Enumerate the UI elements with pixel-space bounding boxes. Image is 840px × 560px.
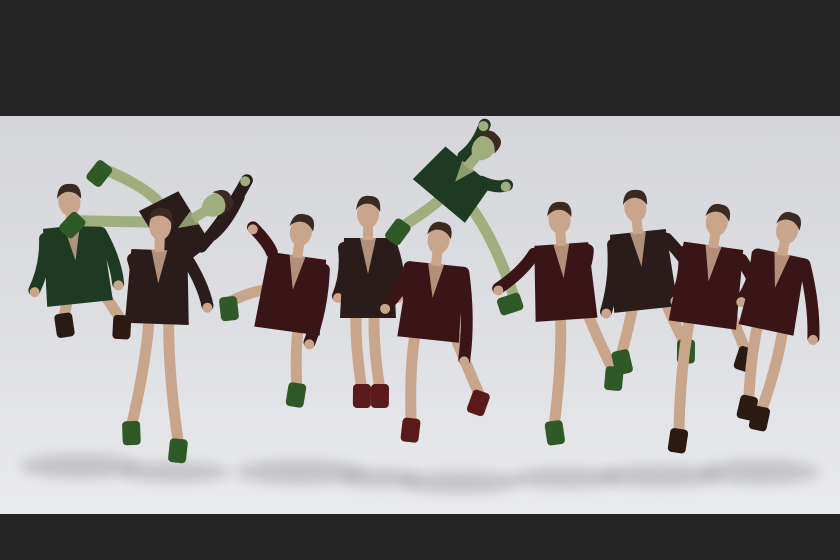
boot	[285, 382, 307, 408]
boot	[400, 417, 421, 443]
boot	[122, 420, 141, 446]
floor-shadows	[20, 454, 820, 493]
boot	[370, 383, 390, 409]
floor-shadow	[400, 471, 520, 493]
boot	[466, 389, 490, 417]
boot	[86, 160, 113, 187]
photo-montage	[0, 116, 840, 514]
boot	[544, 420, 565, 446]
boot	[168, 438, 188, 464]
jumping-figure	[28, 183, 132, 340]
boot	[667, 428, 689, 454]
letterbox-bottom	[0, 514, 840, 560]
boot	[219, 296, 239, 322]
arm	[181, 252, 214, 312]
boot	[352, 383, 372, 409]
figures-group	[28, 118, 820, 464]
boot	[496, 292, 524, 316]
photo-frame	[0, 0, 840, 560]
jumping-figure	[219, 213, 330, 408]
floor-shadow	[120, 462, 230, 482]
floor-shadow	[700, 460, 820, 484]
jumping-figures-photo	[20, 118, 820, 493]
floor-shadow	[600, 465, 720, 487]
boot	[54, 312, 75, 338]
jumping-figure	[492, 201, 624, 446]
letterbox-top	[0, 0, 840, 116]
